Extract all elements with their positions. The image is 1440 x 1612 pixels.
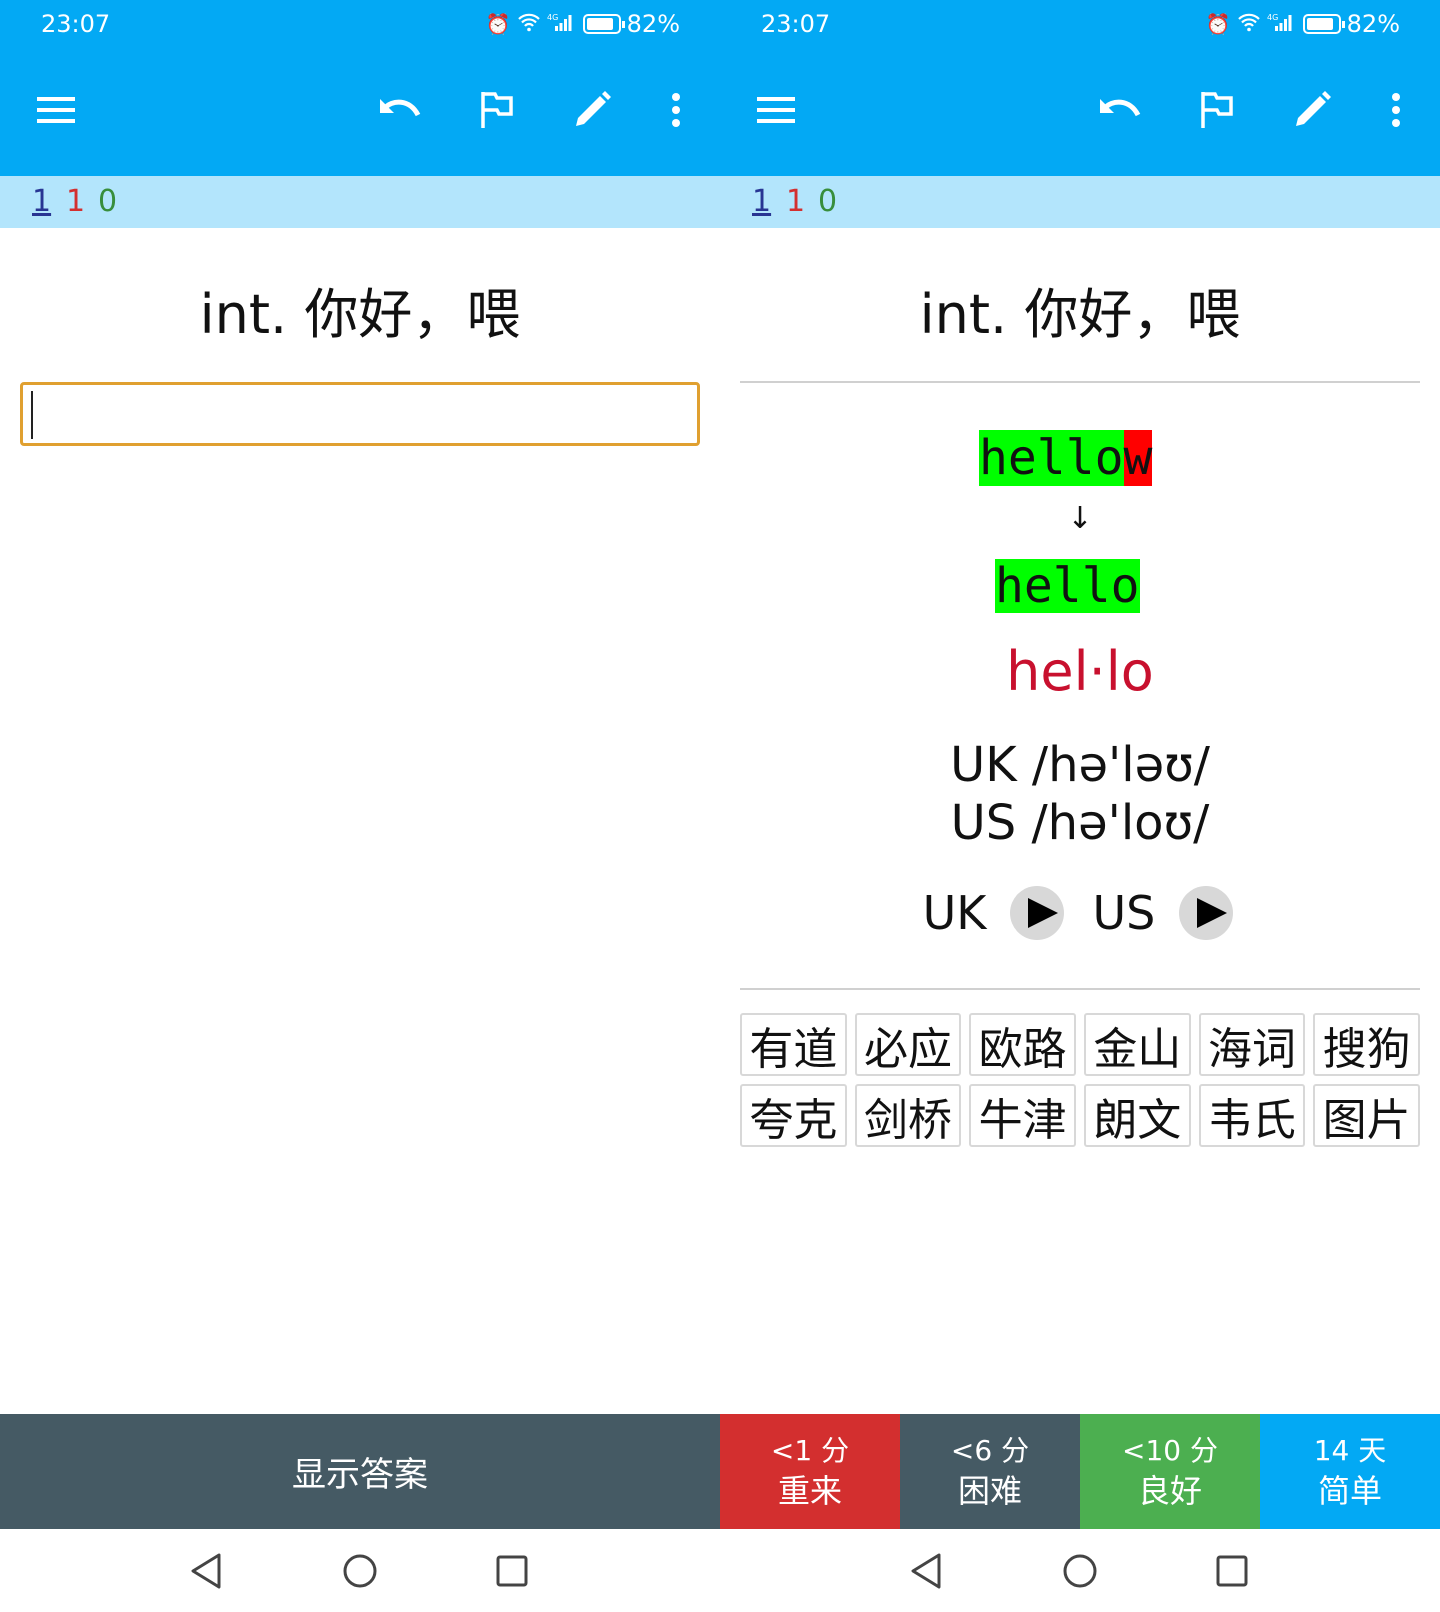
again-button[interactable]: <1 分 重来 xyxy=(720,1414,900,1529)
undo-icon[interactable] xyxy=(1095,85,1145,135)
good-button[interactable]: <10 分 良好 xyxy=(1080,1414,1260,1529)
battery-icon xyxy=(1302,14,1345,34)
new-count: 1 xyxy=(32,184,52,219)
dict-dict-cn-button[interactable]: 海词 xyxy=(1198,1013,1306,1076)
back-icon[interactable] xyxy=(186,1551,226,1591)
good-label: 良好 xyxy=(1137,1471,1202,1510)
dict-cambridge-button[interactable]: 剑桥 xyxy=(854,1084,962,1147)
signal-icon: 4G xyxy=(1267,12,1293,37)
again-interval: <1 分 xyxy=(770,1433,850,1467)
audio-uk-label: UK xyxy=(922,886,987,940)
more-icon[interactable] xyxy=(651,85,701,135)
dict-sogou-button[interactable]: 搜狗 xyxy=(1313,1013,1420,1076)
wifi-icon xyxy=(517,12,541,37)
dict-webster-button[interactable]: 韦氏 xyxy=(1198,1084,1306,1147)
dict-bing-button[interactable]: 必应 xyxy=(854,1013,962,1076)
dict-iciba-button[interactable]: 金山 xyxy=(1083,1013,1191,1076)
wifi-icon xyxy=(1237,12,1261,37)
card-count-bar: 1 1 0 xyxy=(0,176,720,228)
easy-button[interactable]: 14 天 简单 xyxy=(1260,1414,1440,1529)
hard-button[interactable]: <6 分 困难 xyxy=(900,1414,1080,1529)
typed-correct-part: hello xyxy=(979,430,1124,486)
review-count: 0 xyxy=(98,184,118,219)
edit-icon[interactable] xyxy=(567,85,617,135)
easy-label: 简单 xyxy=(1317,1471,1382,1510)
status-time: 23:07 xyxy=(41,10,111,38)
ease-buttons: <1 分 重来 <6 分 困难 <10 分 良好 14 天 简单 xyxy=(720,1414,1440,1529)
divider xyxy=(740,381,1420,383)
dict-quark-button[interactable]: 夸克 xyxy=(740,1084,847,1147)
dict-eudic-button[interactable]: 欧路 xyxy=(969,1013,1076,1076)
audio-us-label: US xyxy=(1092,886,1156,940)
battery-level: 82% xyxy=(626,10,680,38)
hard-label: 困难 xyxy=(957,1471,1022,1510)
dict-longman-button[interactable]: 朗文 xyxy=(1083,1084,1191,1147)
edit-icon[interactable] xyxy=(1287,85,1337,135)
flag-icon[interactable] xyxy=(472,85,522,135)
correct-answer: hello xyxy=(995,558,1140,614)
bottom-bar: 显示答案 xyxy=(0,1414,720,1529)
good-interval: <10 分 xyxy=(1122,1433,1218,1467)
divider xyxy=(740,988,1420,990)
flag-icon[interactable] xyxy=(1192,85,1242,135)
learning-count: 1 xyxy=(786,184,806,219)
alarm-icon: ⏰ xyxy=(485,12,511,36)
recents-icon[interactable] xyxy=(492,1551,532,1591)
menu-icon[interactable] xyxy=(752,85,802,135)
question-screen: 23:07 ⏰ 4G 82% 1 1 0 int. 你好，喂 显示答案 xyxy=(0,0,720,1612)
hard-interval: <6 分 xyxy=(950,1433,1030,1467)
question-text: int. 你好，喂 xyxy=(919,283,1241,346)
home-icon[interactable] xyxy=(1060,1551,1100,1591)
answer-input[interactable] xyxy=(20,382,700,446)
status-icons: ⏰ 4G 82% xyxy=(1206,10,1400,38)
alarm-icon: ⏰ xyxy=(1205,12,1231,36)
dict-oxford-button[interactable]: 牛津 xyxy=(969,1084,1076,1147)
show-answer-button[interactable]: 显示答案 xyxy=(0,1414,720,1529)
svg-text:4G: 4G xyxy=(547,13,558,22)
menu-icon[interactable] xyxy=(32,85,82,135)
recents-icon[interactable] xyxy=(1212,1551,1252,1591)
typed-answer-comparison: hellow xyxy=(979,430,1153,486)
dictionary-links: 有道 必应 欧路 金山 海词 搜狗 夸克 剑桥 牛津 朗文 韦氏 图片 xyxy=(740,1013,1420,1147)
system-nav-bar xyxy=(720,1529,1440,1612)
review-count: 0 xyxy=(818,184,838,219)
new-count: 1 xyxy=(752,184,772,219)
audio-row: UK US xyxy=(720,886,1440,940)
play-uk-icon[interactable] xyxy=(1010,886,1065,940)
undo-icon[interactable] xyxy=(375,85,425,135)
phonetic-us: US /hə'loʊ/ xyxy=(950,795,1210,851)
typed-wrong-part: w xyxy=(1123,430,1153,486)
learning-count: 1 xyxy=(66,184,86,219)
play-us-icon[interactable] xyxy=(1179,886,1234,940)
dict-youdao-button[interactable]: 有道 xyxy=(740,1013,847,1076)
question-text: int. 你好，喂 xyxy=(199,283,521,346)
battery-icon xyxy=(582,14,625,34)
phonetic-uk: UK /hə'ləʊ/ xyxy=(950,737,1210,793)
more-icon[interactable] xyxy=(1371,85,1421,135)
again-label: 重来 xyxy=(777,1471,842,1510)
page: 23:07 ⏰ 4G 82% 1 1 0 int. 你好，喂 显示答案 23:0… xyxy=(0,0,1440,1612)
signal-icon: 4G xyxy=(547,12,573,37)
system-nav-bar xyxy=(0,1529,720,1612)
dict-images-button[interactable]: 图片 xyxy=(1313,1084,1420,1147)
app-bar: 23:07 ⏰ 4G 82% xyxy=(720,0,1440,176)
status-icons: ⏰ 4G 82% xyxy=(486,10,680,38)
app-bar: 23:07 ⏰ 4G 82% xyxy=(0,0,720,176)
status-time: 23:07 xyxy=(761,10,831,38)
comparison-arrow: ↓ xyxy=(1067,501,1093,536)
syllable-word: hel·lo xyxy=(1006,640,1154,703)
text-cursor xyxy=(31,391,33,439)
back-icon[interactable] xyxy=(906,1551,946,1591)
answer-screen: 23:07 ⏰ 4G 82% 1 1 0 int. 你好，喂 hellow ↓ … xyxy=(720,0,1440,1612)
home-icon[interactable] xyxy=(340,1551,380,1591)
easy-interval: 14 天 xyxy=(1313,1433,1387,1467)
battery-level: 82% xyxy=(1346,10,1400,38)
svg-text:4G: 4G xyxy=(1267,13,1278,22)
card-count-bar: 1 1 0 xyxy=(720,176,1440,228)
